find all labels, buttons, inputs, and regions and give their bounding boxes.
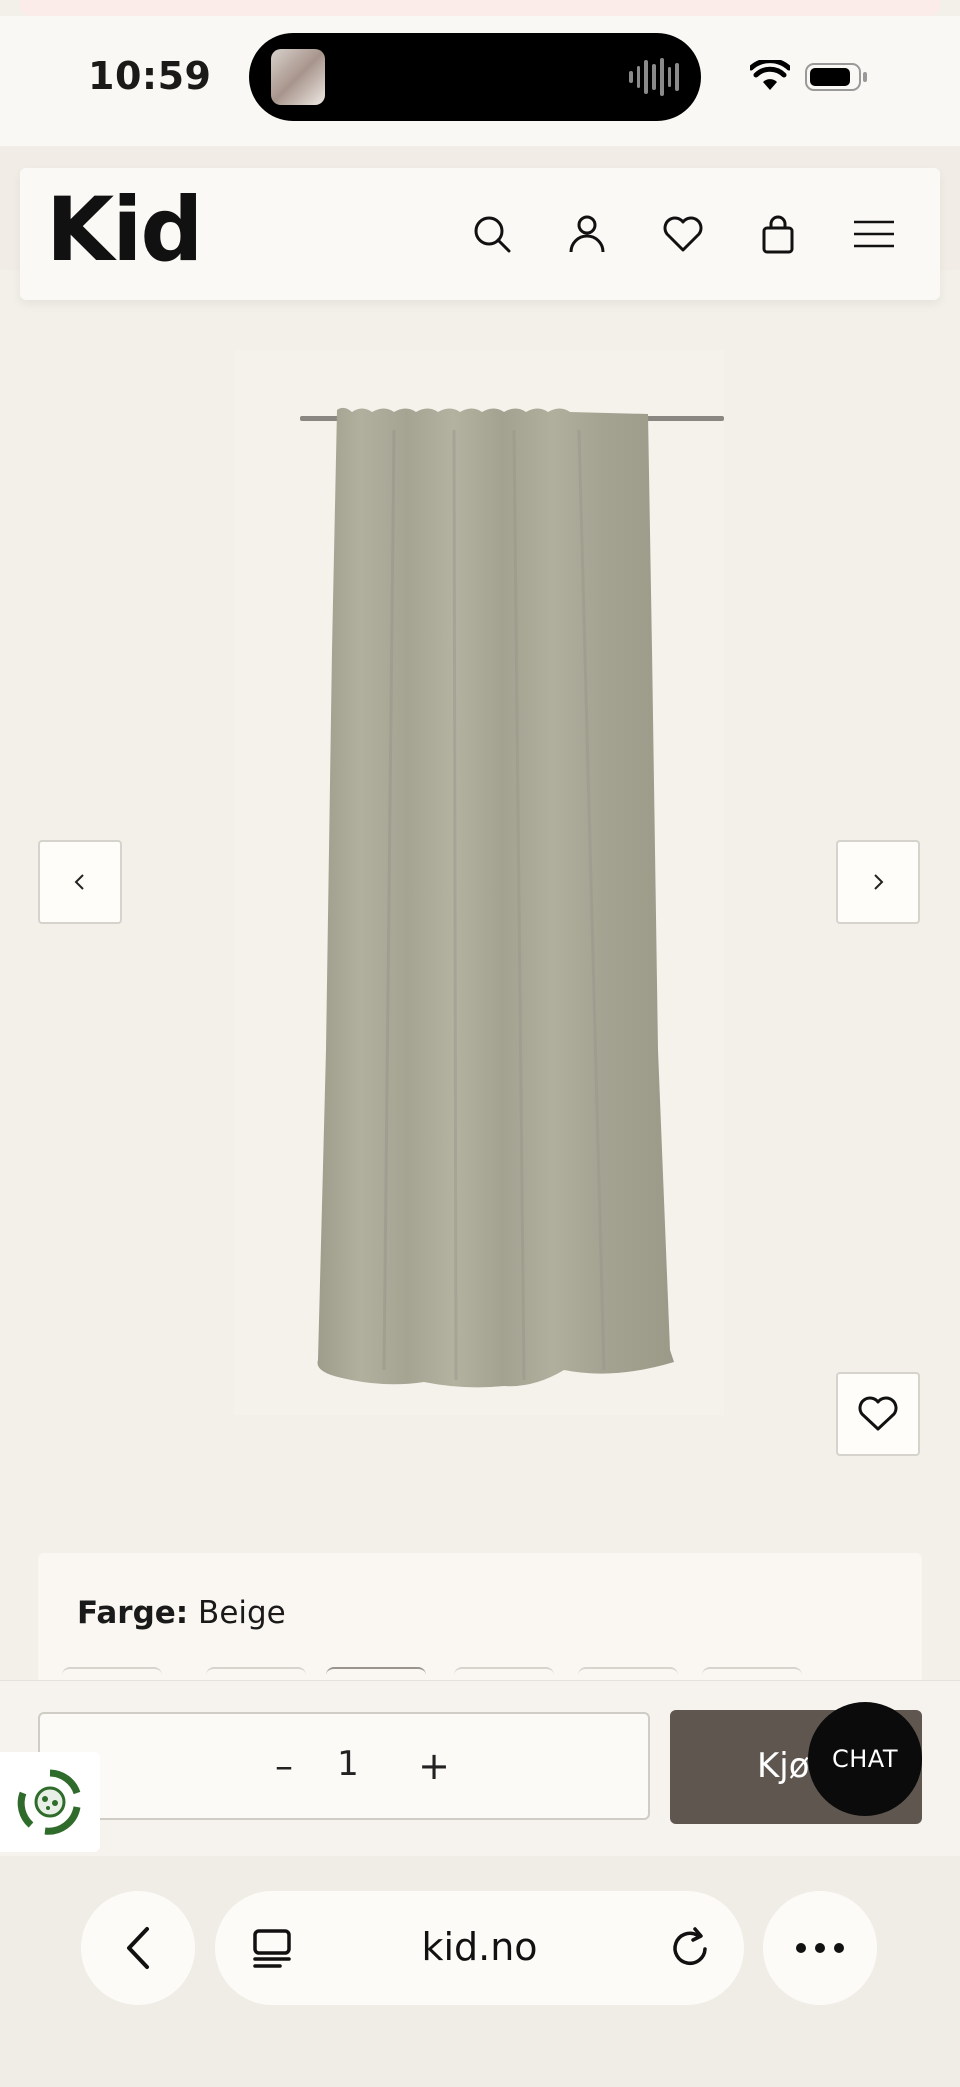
menu-icon[interactable] [848, 208, 900, 260]
top-banner-strip [20, 0, 940, 16]
previous-image-button[interactable] [38, 840, 122, 924]
reload-icon[interactable] [666, 1923, 716, 1973]
chevron-right-icon [874, 874, 884, 890]
account-icon[interactable] [561, 208, 613, 260]
quantity-stepper: – 1 + [38, 1712, 650, 1820]
add-to-wishlist-button[interactable] [836, 1372, 920, 1456]
selected-color: Beige [198, 1595, 286, 1631]
curtain-image [300, 407, 724, 1388]
now-playing-thumbnail [271, 49, 325, 105]
more-icon [796, 1943, 844, 1953]
decrease-quantity-button[interactable]: – [254, 1736, 314, 1796]
browser-back-button[interactable] [81, 1891, 195, 2005]
buy-button-label: Kjø [757, 1746, 810, 1786]
address-bar[interactable]: kid.no [215, 1891, 744, 2005]
color-label: Farge: [77, 1595, 189, 1631]
audio-wave-icon [629, 57, 680, 97]
wifi-icon [750, 60, 790, 90]
chevron-left-icon [74, 874, 84, 890]
quantity-value[interactable]: 1 [328, 1744, 368, 1784]
color-label-row: Farge: Beige [77, 1595, 286, 1631]
increase-quantity-button[interactable]: + [404, 1736, 464, 1796]
eco-badge[interactable] [0, 1752, 100, 1852]
battery-icon [805, 63, 867, 91]
heart-icon [858, 1396, 898, 1431]
more-options-button[interactable] [763, 1891, 877, 2005]
bag-icon[interactable] [752, 208, 804, 260]
product-image[interactable] [234, 350, 724, 1415]
url-text[interactable]: kid.no [215, 1925, 744, 1969]
chat-button[interactable]: CHAT [808, 1702, 922, 1816]
status-time: 10:59 [88, 54, 212, 98]
heart-icon[interactable] [657, 208, 709, 260]
next-image-button[interactable] [836, 840, 920, 924]
search-icon[interactable] [466, 208, 518, 260]
chevron-left-icon [127, 1927, 149, 1969]
recycle-globe-icon [17, 1769, 81, 1835]
kid-logo[interactable]: Kid [46, 186, 203, 274]
site-header: Kid [20, 168, 940, 300]
dynamic-island[interactable] [249, 33, 701, 121]
